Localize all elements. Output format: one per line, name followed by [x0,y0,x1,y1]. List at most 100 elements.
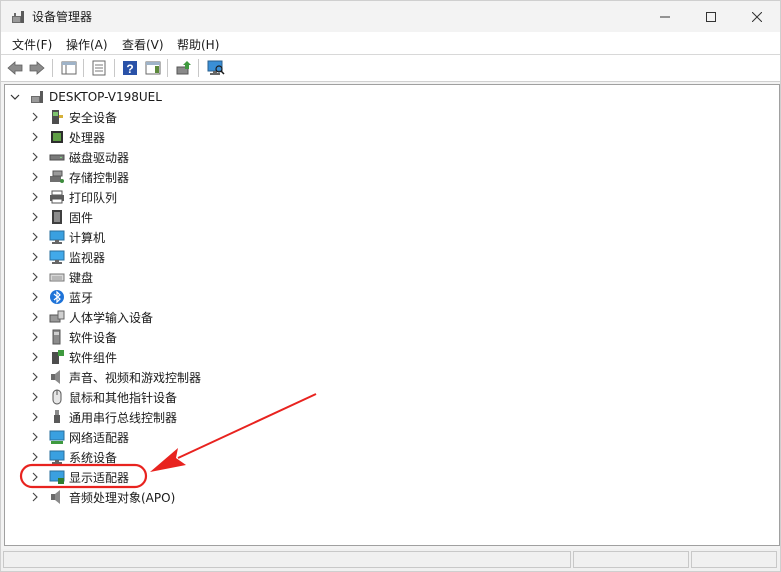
chevron-right-icon[interactable] [29,491,41,503]
chevron-right-icon[interactable] [29,451,41,463]
window-title: 设备管理器 [32,10,93,24]
menu-action[interactable]: 操作(A) [63,35,111,54]
tree-root-node[interactable]: DESKTOP-V198UEL [9,87,162,107]
chevron-right-icon[interactable] [29,311,41,323]
minimize-button[interactable] [642,1,688,32]
tree-category-label: 音频处理对象(APO) [69,490,176,505]
tree-category-2[interactable]: 磁盘驱动器 [29,147,129,167]
maximize-button[interactable] [688,1,734,32]
chevron-right-icon[interactable] [29,191,41,203]
device-tree[interactable]: DESKTOP-V198UEL 安全设备处理器磁盘驱动器存储控制器打印队列 固件计… [4,84,780,546]
toolbar: ? [1,55,780,82]
status-panel-main [3,551,571,568]
back-button[interactable] [5,58,25,78]
chevron-right-icon[interactable] [29,471,41,483]
menu-view[interactable]: 查看(V) [119,35,167,54]
action-pane-icon [145,61,161,75]
close-icon [752,11,762,22]
tree-category-label: 监视器 [69,250,106,265]
properties-icon [92,60,106,76]
menu-help[interactable]: 帮助(H) [174,35,222,54]
chevron-right-icon[interactable] [29,251,41,263]
chevron-right-icon[interactable] [29,391,41,403]
security-device-icon [49,109,65,125]
tree-category-16[interactable]: 网络适配器 [29,427,129,447]
keyboard-icon [49,269,65,285]
status-panel-3 [691,551,777,568]
tree-category-14[interactable]: 鼠标和其他指针设备 [29,387,177,407]
tree-category-17[interactable]: 系统设备 [29,447,117,467]
chevron-right-icon[interactable] [29,431,41,443]
back-arrow-icon [7,61,23,75]
help-button[interactable]: ? [120,58,140,78]
tree-category-label: 系统设备 [69,450,118,465]
update-driver-button[interactable] [174,58,194,78]
tree-category-19[interactable]: 音频处理对象(APO) [29,487,175,507]
tree-category-label: 计算机 [69,230,106,245]
tree-category-10[interactable]: 人体学输入设备 [29,307,153,327]
tree-category-9[interactable]: 蓝牙 [29,287,93,307]
tree-category-11[interactable]: 软件设备 [29,327,117,347]
chevron-right-icon[interactable] [29,171,41,183]
chevron-right-icon[interactable] [29,111,41,123]
tree-category-15[interactable]: 通用串行总线控制器 [29,407,177,427]
mouse-icon [49,389,65,405]
forward-button[interactable] [27,58,47,78]
show-hide-console-tree-button[interactable] [59,58,79,78]
chevron-right-icon[interactable] [29,411,41,423]
tree-category-3[interactable]: 存储控制器 [29,167,129,187]
chevron-right-icon[interactable] [29,231,41,243]
toolbar-separator [52,59,53,77]
chevron-right-icon[interactable] [29,211,41,223]
tree-category-6[interactable]: 计算机 [29,227,105,247]
properties-button[interactable] [89,58,109,78]
menu-file[interactable]: 文件(F) [9,35,55,54]
chevron-right-icon[interactable] [29,151,41,163]
action-pane-button[interactable] [143,58,163,78]
monitor-icon [49,249,65,265]
chevron-right-icon[interactable] [29,351,41,363]
toolbar-separator [198,59,199,77]
tree-category-0[interactable]: 安全设备 [29,107,117,127]
tree-category-label: 鼠标和其他指针设备 [69,390,178,405]
tree-category-label: 安全设备 [69,110,118,125]
scan-hardware-button[interactable] [206,58,226,78]
usb-icon [49,409,65,425]
toolbar-separator [114,59,115,77]
tree-category-label: 键盘 [69,270,94,285]
title-bar[interactable]: 设备管理器 [1,1,780,32]
tree-category-12[interactable]: 软件组件 [29,347,117,367]
chevron-right-icon[interactable] [29,291,41,303]
status-panel-2 [573,551,689,568]
tree-category-4[interactable]: 打印队列 [29,187,117,207]
bluetooth-icon [49,289,65,305]
close-button[interactable] [734,1,780,32]
tree-category-label: 软件组件 [69,350,118,365]
computer-icon [29,89,45,105]
tree-category-label: 存储控制器 [69,170,130,185]
tree-category-7[interactable]: 监视器 [29,247,105,267]
firmware-icon [49,209,65,225]
tree-category-label: 软件设备 [69,330,118,345]
tree-root-label: DESKTOP-V198UEL [49,90,162,104]
tree-category-5[interactable]: 固件 [29,207,93,227]
system-device-icon [49,449,65,465]
chevron-right-icon[interactable] [29,331,41,343]
software-device-icon [49,329,65,345]
tree-category-18[interactable]: 显示适配器 [29,467,129,487]
chevron-right-icon[interactable] [29,371,41,383]
chevron-right-icon[interactable] [29,131,41,143]
network-adapter-icon [49,429,65,445]
computer-icon [49,229,65,245]
tree-category-label: 磁盘驱动器 [69,150,130,165]
tree-category-8[interactable]: 键盘 [29,267,93,287]
display-adapter-icon [49,469,65,485]
speaker-icon [49,489,65,505]
chevron-right-icon[interactable] [29,271,41,283]
storage-controller-icon [49,169,65,185]
tree-category-label: 处理器 [69,130,106,145]
tree-category-13[interactable]: 声音、视频和游戏控制器 [29,367,201,387]
status-bar [1,549,780,571]
chevron-down-icon[interactable] [9,91,21,103]
tree-category-1[interactable]: 处理器 [29,127,105,147]
